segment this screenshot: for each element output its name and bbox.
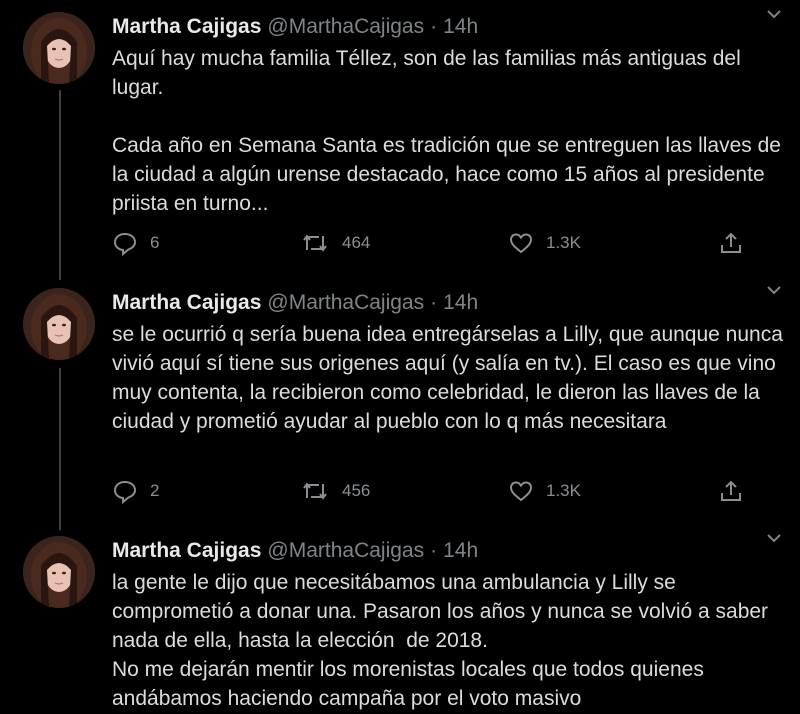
retweet-icon: [300, 478, 330, 504]
separator-dot: ·: [430, 15, 438, 38]
author-name[interactable]: Martha Cajigas: [112, 15, 261, 38]
tweet-text: se le ocurrió q sería buena idea entregá…: [112, 323, 789, 433]
tweet-actions: 6 464 1.3K: [112, 229, 752, 257]
share-icon: [718, 478, 744, 504]
author-name[interactable]: Martha Cajigas: [112, 539, 261, 562]
like-icon: [508, 478, 534, 504]
share-icon: [718, 230, 744, 256]
chevron-down-icon[interactable]: [764, 280, 784, 300]
avatar[interactable]: [23, 288, 95, 360]
like-button[interactable]: 1.3K: [508, 229, 581, 257]
retweet-count: 456: [342, 481, 371, 500]
avatar[interactable]: [23, 536, 95, 608]
tweet-text: Aquí hay mucha familia Téllez, son de la…: [112, 47, 781, 215]
tweet[interactable]: Martha Cajigas @MarthaCajigas · 14h Aquí ha…: [0, 0, 800, 280]
retweet-count: 464: [342, 233, 371, 252]
separator-dot: ·: [430, 291, 438, 314]
reply-count: 6: [150, 233, 160, 252]
retweet-button[interactable]: 456: [300, 477, 370, 505]
reply-icon: [112, 478, 138, 504]
tweet-actions: 2 456 1.3K: [112, 477, 752, 505]
author-handle[interactable]: @MarthaCajigas: [267, 539, 424, 562]
reply-icon: [112, 230, 138, 256]
tweet[interactable]: Martha Cajigas @MarthaCajigas · 14h se le o…: [0, 276, 800, 531]
author-handle[interactable]: @MarthaCajigas: [267, 15, 424, 38]
timestamp[interactable]: 14h: [443, 539, 478, 562]
retweet-icon: [300, 230, 330, 256]
tweet-text: la gente le dijo que necesitábamos una a…: [112, 571, 769, 710]
share-button[interactable]: [718, 477, 744, 505]
author-handle[interactable]: @MarthaCajigas: [267, 291, 424, 314]
reply-count: 2: [150, 481, 160, 500]
like-count: 1.3K: [546, 233, 581, 252]
separator-dot: ·: [430, 539, 438, 562]
tweet[interactable]: Martha Cajigas @MarthaCajigas · 14h la gent…: [0, 524, 800, 714]
chevron-down-icon[interactable]: [764, 528, 784, 548]
avatar[interactable]: [23, 12, 95, 84]
like-icon: [508, 230, 534, 256]
tweet-header: Martha Cajigas @MarthaCajigas · 14h: [112, 288, 478, 318]
like-button[interactable]: 1.3K: [508, 477, 581, 505]
share-button[interactable]: [718, 229, 744, 257]
timestamp[interactable]: 14h: [443, 15, 478, 38]
reply-button[interactable]: 6: [112, 229, 159, 257]
tweet-header: Martha Cajigas @MarthaCajigas · 14h: [112, 12, 478, 42]
chevron-down-icon[interactable]: [764, 4, 784, 24]
timestamp[interactable]: 14h: [443, 291, 478, 314]
reply-button[interactable]: 2: [112, 477, 159, 505]
tweet-header: Martha Cajigas @MarthaCajigas · 14h: [112, 536, 478, 566]
like-count: 1.3K: [546, 481, 581, 500]
author-name[interactable]: Martha Cajigas: [112, 291, 261, 314]
retweet-button[interactable]: 464: [300, 229, 370, 257]
